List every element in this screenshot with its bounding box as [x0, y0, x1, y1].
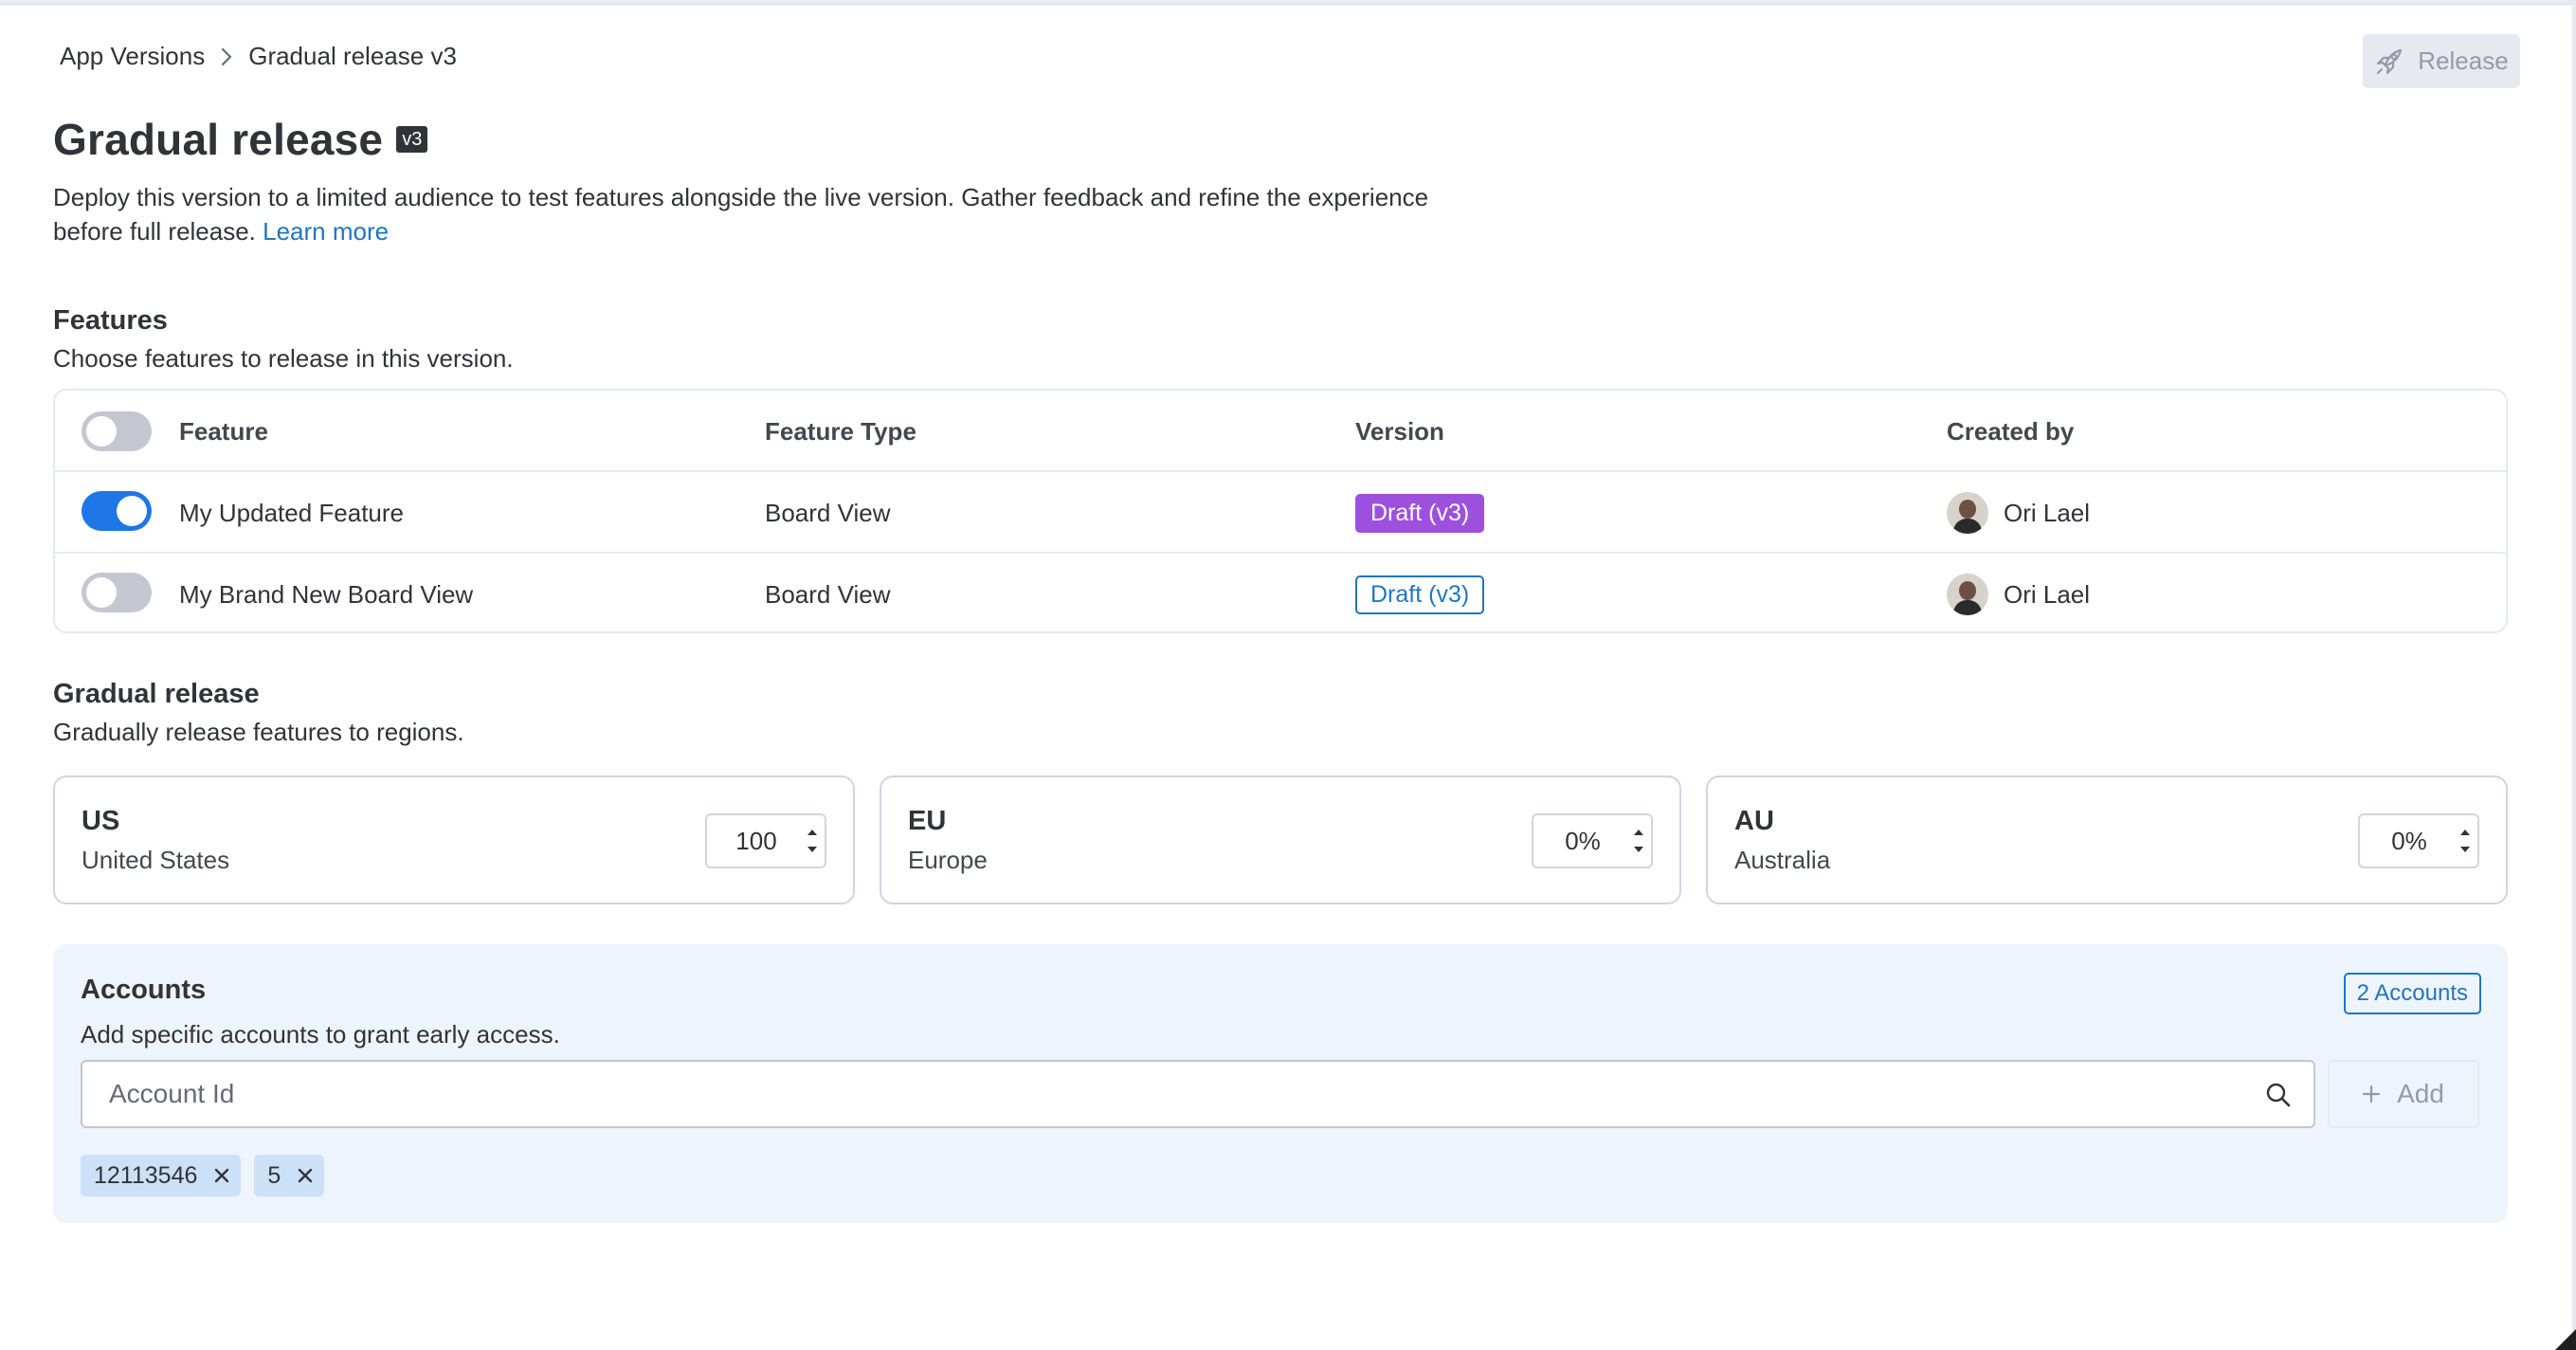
feature-name: My Updated Feature	[179, 498, 405, 527]
region-code: US	[82, 806, 120, 836]
select-all-toggle[interactable]	[82, 411, 152, 451]
stepper-down-icon[interactable]	[807, 846, 818, 853]
created-by: Ori Lael	[1947, 574, 2090, 615]
region-code: AU	[1734, 806, 1774, 836]
release-button[interactable]: Release	[2363, 34, 2520, 88]
close-icon[interactable]	[298, 1168, 313, 1183]
percentage-stepper[interactable]: 0%	[2358, 813, 2479, 868]
region-name: United States	[82, 846, 230, 874]
region-card-us: US United States 100	[53, 775, 855, 904]
stepper-down-icon[interactable]	[2459, 846, 2471, 853]
feature-type: Board View	[765, 579, 891, 609]
column-header-version: Version	[1355, 416, 1444, 446]
gradual-release-title: Gradual release	[53, 679, 260, 709]
rocket-icon	[2374, 46, 2404, 77]
chevron-right-icon	[218, 46, 235, 67]
stepper-up-icon[interactable]	[2459, 829, 2471, 836]
breadcrumb-current: Gradual release v3	[248, 42, 457, 70]
account-id-placeholder: Account Id	[109, 1079, 235, 1108]
percentage-stepper[interactable]: 0%	[1532, 813, 1653, 868]
accounts-panel: Accounts Add specific accounts to grant …	[53, 944, 2508, 1223]
account-chips: 12113546 5	[81, 1155, 325, 1196]
account-chip: 12113546	[81, 1155, 242, 1196]
release-button-label: Release	[2418, 46, 2509, 75]
features-header-row: Feature Feature Type Version Created by	[55, 391, 2506, 472]
avatar	[1947, 492, 1988, 534]
gradual-release-subtitle: Gradually release features to regions.	[53, 718, 464, 746]
feature-name: My Brand New Board View	[179, 579, 474, 609]
creator-name: Ori Lael	[2004, 579, 2091, 609]
features-table: Feature Feature Type Version Created by …	[53, 389, 2508, 633]
avatar	[1947, 574, 1988, 615]
region-code: EU	[908, 806, 947, 836]
feature-type: Board View	[765, 498, 891, 527]
page-description: Deploy this version to a limited audienc…	[53, 180, 1494, 248]
stepper-value[interactable]: 100	[707, 827, 800, 856]
page-title-row: Gradual release v3	[53, 114, 428, 165]
version-pill: Draft (v3)	[1355, 575, 1485, 614]
breadcrumb: App Versions Gradual release v3	[60, 42, 457, 71]
column-header-feature: Feature	[179, 416, 268, 446]
window-top-strip	[0, 0, 2576, 6]
close-icon[interactable]	[214, 1168, 229, 1183]
table-row: My Brand New Board View Board View Draft…	[55, 552, 2506, 635]
features-subtitle: Choose features to release in this versi…	[53, 344, 514, 373]
stepper-up-icon[interactable]	[807, 829, 818, 836]
add-button-label: Add	[2397, 1079, 2444, 1108]
account-chip: 5	[254, 1155, 325, 1196]
features-title: Features	[53, 305, 168, 336]
window-resize-corner[interactable]	[2555, 1329, 2576, 1350]
account-id-input[interactable]: Account Id	[81, 1060, 2315, 1128]
region-name: Europe	[908, 846, 988, 874]
stepper-value[interactable]: 0%	[1533, 827, 1626, 856]
column-header-feature-type: Feature Type	[765, 416, 916, 446]
search-icon[interactable]	[2264, 1081, 2293, 1116]
page-title: Gradual release	[53, 115, 384, 164]
accounts-subtitle: Add specific accounts to grant early acc…	[81, 1020, 560, 1049]
description-text: Deploy this version to a limited audienc…	[53, 183, 1429, 246]
region-name: Australia	[1734, 846, 1831, 874]
accounts-title: Accounts	[81, 975, 207, 1005]
window-right-edge	[2572, 0, 2576, 1350]
chip-label: 12113546	[94, 1161, 198, 1189]
region-card-au: AU Australia 0%	[1706, 775, 2508, 904]
breadcrumb-parent-link[interactable]: App Versions	[60, 42, 205, 71]
stepper-up-icon[interactable]	[1633, 829, 1644, 836]
percentage-stepper[interactable]: 100	[705, 813, 826, 868]
creator-name: Ori Lael	[2004, 498, 2091, 527]
version-pill: Draft (v3)	[1355, 493, 1485, 533]
feature-toggle[interactable]	[82, 491, 152, 531]
table-row: My Updated Feature Board View Draft (v3)…	[55, 470, 2506, 554]
feature-toggle[interactable]	[82, 573, 152, 612]
chip-label: 5	[267, 1161, 281, 1189]
created-by: Ori Lael	[1947, 492, 2090, 534]
learn-more-link[interactable]: Learn more	[263, 217, 389, 246]
add-account-button[interactable]: Add	[2328, 1060, 2479, 1128]
stepper-value[interactable]: 0%	[2360, 827, 2453, 856]
version-badge: v3	[396, 126, 428, 153]
column-header-created-by: Created by	[1947, 416, 2075, 446]
plus-icon	[2362, 1078, 2381, 1110]
regions: US United States 100 EU Europe 0% AU Aus…	[53, 775, 2508, 904]
region-card-eu: EU Europe 0%	[880, 775, 1681, 904]
stepper-down-icon[interactable]	[1633, 846, 1644, 853]
accounts-count-badge: 2 Accounts	[2343, 973, 2481, 1014]
